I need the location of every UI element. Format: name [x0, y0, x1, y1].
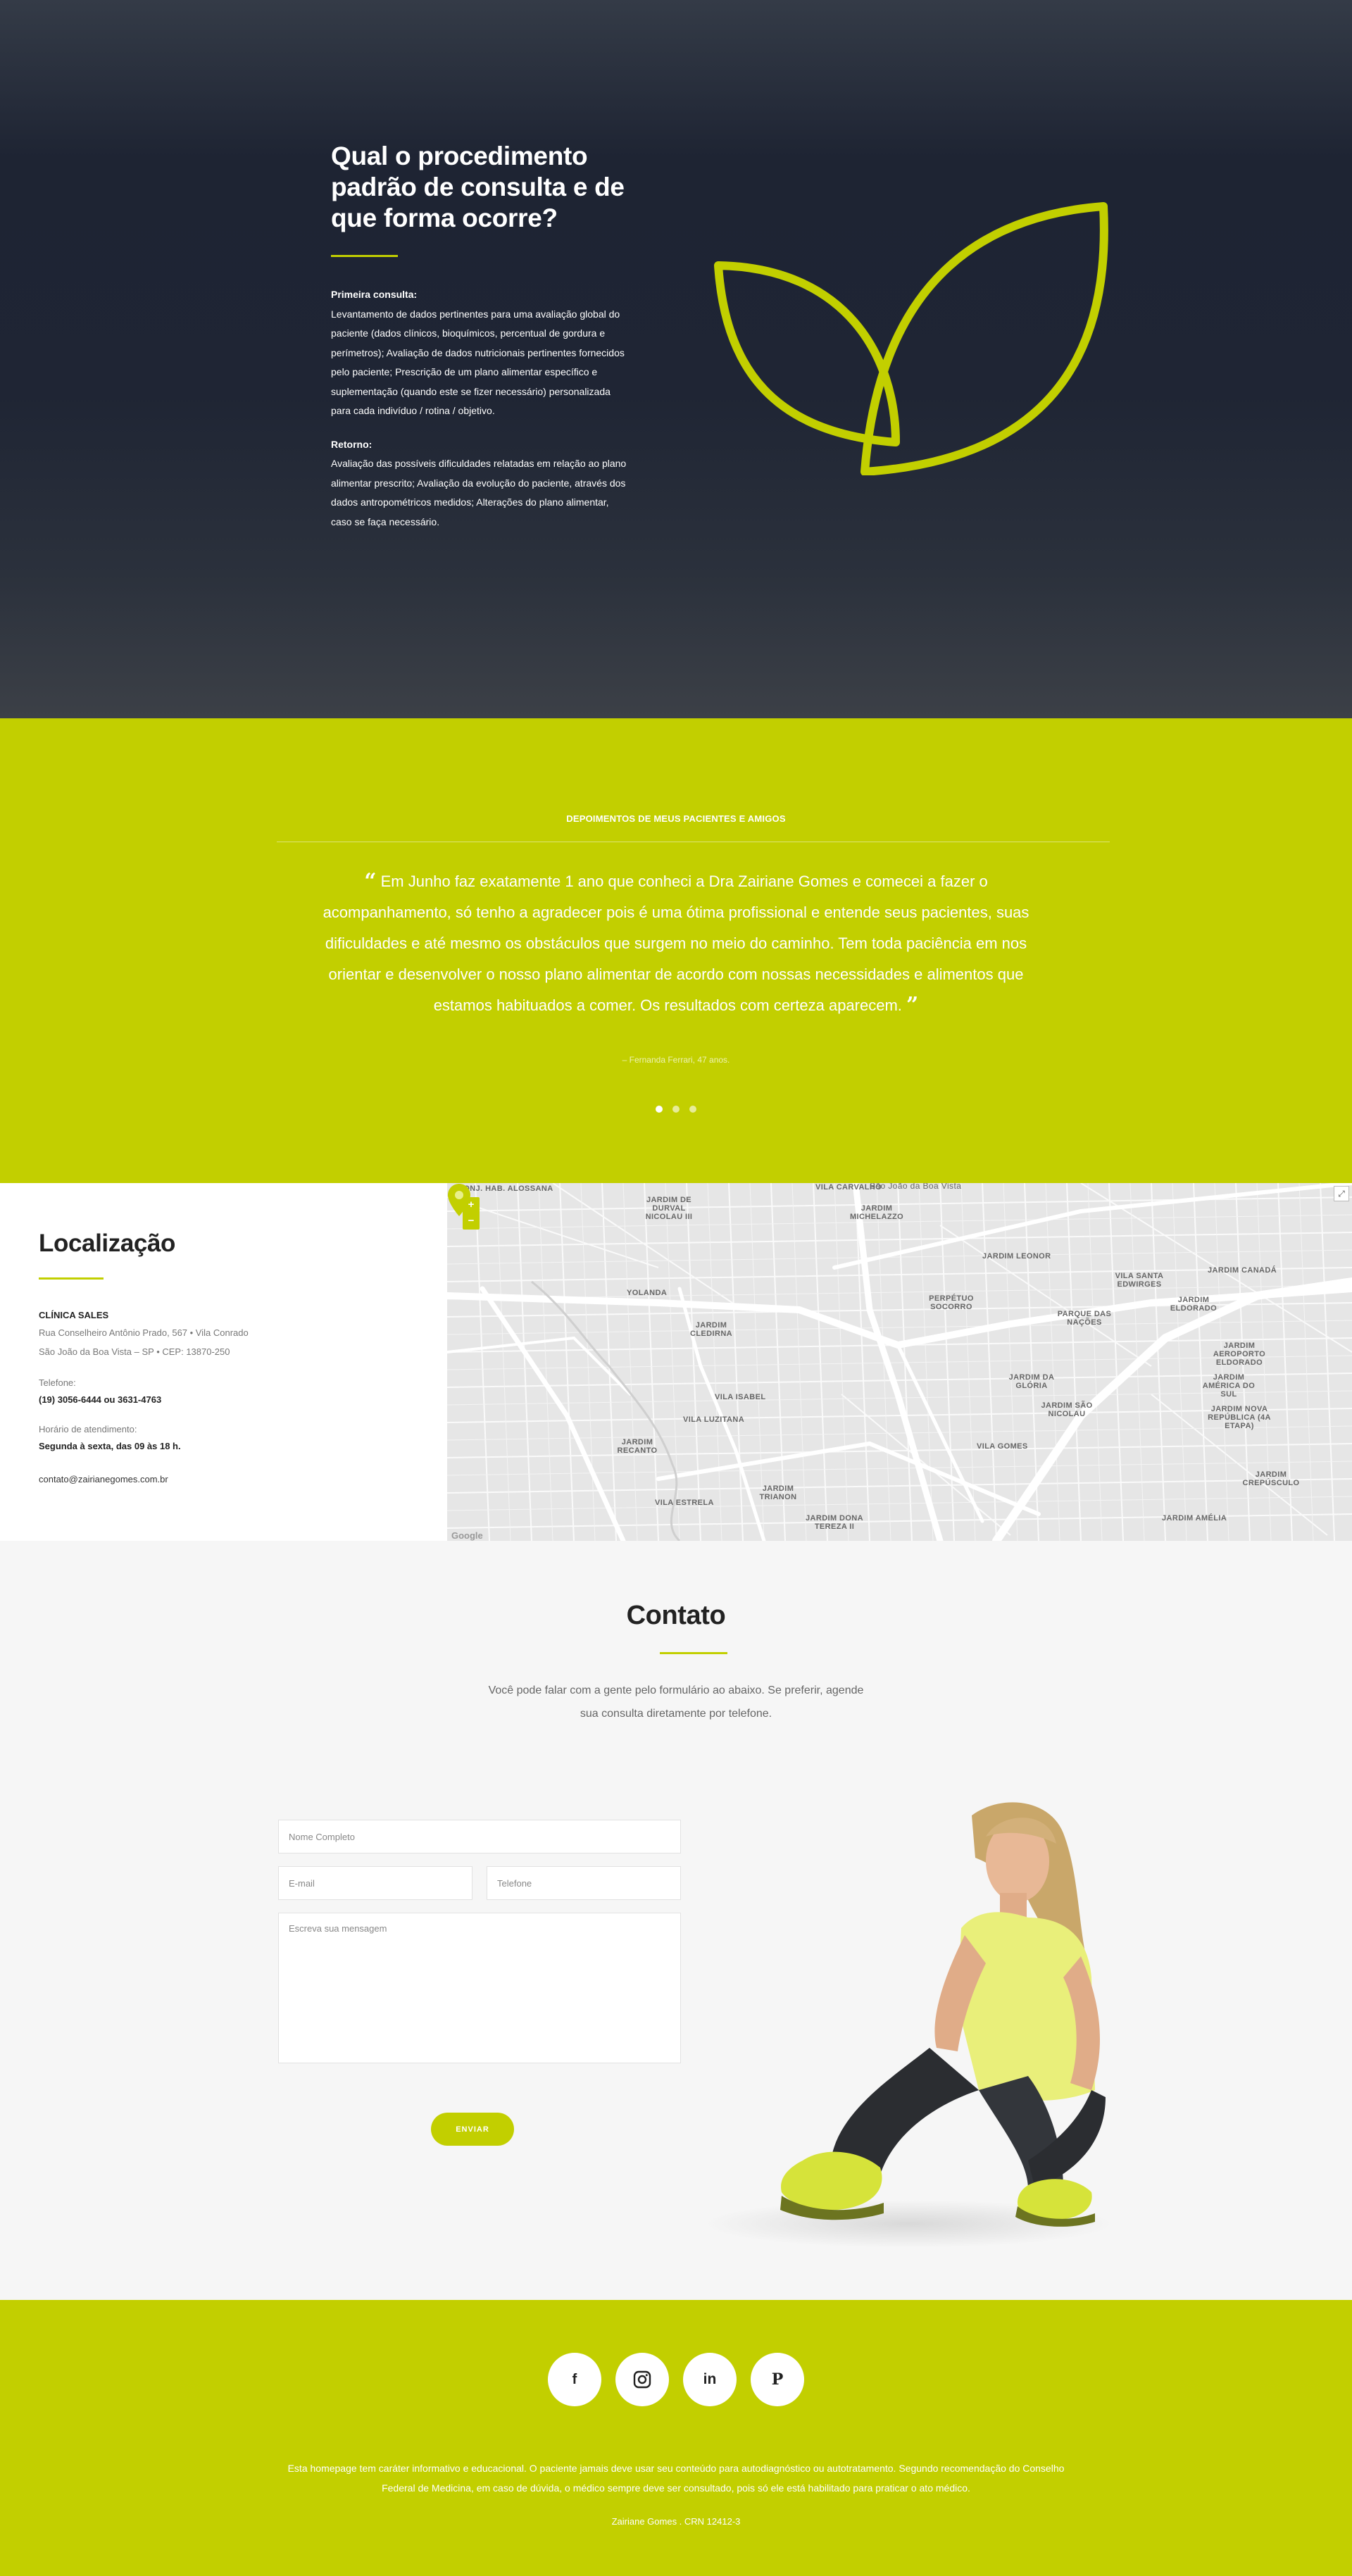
- facebook-icon[interactable]: f: [548, 2353, 601, 2406]
- hours-label: Horário de atendimento:: [39, 1424, 137, 1434]
- faq-section: Qual o procedimento padrão de consulta e…: [0, 0, 1352, 718]
- map-zoom-out-button[interactable]: −: [463, 1213, 480, 1230]
- testimonials-section: DEPOIMENTOS DE MEUS PACIENTES E AMIGOS “…: [0, 718, 1352, 1183]
- map-label: VILA ISABEL: [715, 1393, 766, 1401]
- map-label: JARDIM NOVA REPÚBLICA (4A ETAPA): [1208, 1405, 1271, 1430]
- email-input[interactable]: E-mail: [278, 1866, 472, 1900]
- contact-divider: [660, 1652, 727, 1654]
- map-label: VILA ESTRELA: [655, 1499, 714, 1507]
- map-label: São João da Boa Vista: [870, 1183, 962, 1191]
- phone-value[interactable]: (19) 3056-6444 ou 3631-4763: [39, 1392, 447, 1408]
- map[interactable]: VILA CARVALHO JARDIM DE DURVAL NICOLAU I…: [447, 1183, 1352, 1541]
- linkedin-glyph: in: [703, 2371, 717, 2387]
- map-label: JARDIM AMÉRICA DO SUL: [1202, 1373, 1256, 1399]
- faq-first-label: Primeira consulta:: [331, 289, 418, 300]
- contact-intro: Você pode falar com a gente pelo formulá…: [488, 1684, 864, 1720]
- linkedin-icon[interactable]: in: [683, 2353, 737, 2406]
- map-label: YOLANDA: [627, 1289, 668, 1297]
- faq-divider: [331, 255, 398, 257]
- faq-return-label: Retorno:: [331, 438, 373, 450]
- quote-open-icon: “: [364, 869, 377, 894]
- testimonial-quote: “ Em Junho faz exatamente 1 ano que conh…: [320, 866, 1032, 1021]
- map-label: JARDIM MICHELAZZO: [849, 1204, 904, 1221]
- map-zoom-control: + −: [463, 1197, 480, 1230]
- map-label: JARDIM AEROPORTO ELDORADO: [1213, 1342, 1266, 1367]
- location-section: Localização CLÍNICA SALES Rua Conselheir…: [0, 1183, 1352, 1541]
- testimonials-heading: DEPOIMENTOS DE MEUS PACIENTES E AMIGOS: [566, 813, 786, 824]
- map-label: JARDIM TRIANON: [759, 1484, 797, 1501]
- map-label: JARDIM DA GLÓRIA: [1008, 1373, 1055, 1390]
- faq-return: Retorno: Avaliação das possíveis dificul…: [331, 435, 630, 532]
- name-input[interactable]: Nome Completo: [278, 1820, 681, 1853]
- map-label: JARDIM CREPÚSCULO: [1242, 1470, 1300, 1487]
- pinterest-icon[interactable]: P: [751, 2353, 804, 2406]
- map-label: VILA LUZITANA: [683, 1415, 745, 1424]
- address-line-2: São João da Boa Vista – SP • CEP: 13870-…: [39, 1346, 230, 1357]
- leaf-logo-icon: [714, 202, 1108, 475]
- faq-return-text: Avaliação das possíveis dificuldades rel…: [331, 458, 627, 527]
- map-zoom-in-button[interactable]: +: [463, 1197, 480, 1213]
- map-label: JARDIM DONA TEREZA II: [805, 1514, 863, 1531]
- location-info: Localização CLÍNICA SALES Rua Conselheir…: [0, 1183, 447, 1541]
- faq-content: Qual o procedimento padrão de consulta e…: [331, 141, 630, 546]
- testimonial-text: Em Junho faz exatamente 1 ano que conhec…: [323, 873, 1029, 1014]
- phone-label: Telefone:: [39, 1377, 76, 1388]
- message-textarea[interactable]: Escreva sua mensagem: [278, 1913, 681, 2063]
- address-line-1: Rua Conselheiro Antônio Prado, 567 • Vil…: [39, 1327, 249, 1338]
- map-label: VILA SANTA EDWIRGES: [1115, 1272, 1164, 1289]
- map-label: CONJ. HAB. ALOSSANA: [458, 1184, 553, 1193]
- contact-title: Contato: [626, 1601, 726, 1630]
- map-label: PERPÉTUO SOCORRO: [929, 1294, 974, 1311]
- clinic-name: CLÍNICA SALES: [39, 1310, 109, 1320]
- map-label: JARDIM CLEDIRNA: [689, 1321, 733, 1338]
- carousel-dots: [0, 1106, 1352, 1113]
- map-label: JARDIM CANADÁ: [1208, 1266, 1277, 1275]
- footer: f in P Esta homepage tem caráter informa…: [0, 2300, 1352, 2576]
- carousel-dot-1[interactable]: [656, 1106, 663, 1113]
- faq-first-text: Levantamento de dados pertinentes para u…: [331, 308, 625, 417]
- footer-crn: Zairiane Gomes . CRN 12412-3: [611, 2516, 741, 2527]
- contact-section: Contato Você pode falar com a gente pelo…: [0, 1541, 1352, 2300]
- nutritionist-photo: [704, 1802, 1113, 2248]
- facebook-glyph: f: [572, 2371, 577, 2387]
- quote-close-icon: ”: [906, 993, 919, 1018]
- footer-disclaimer: Esta homepage tem caráter informativo e …: [287, 2463, 1065, 2494]
- hours-value: Segunda à sexta, das 09 às 18 h.: [39, 1441, 181, 1451]
- instagram-glyph: [633, 2370, 651, 2389]
- map-label: VILA GOMES: [977, 1442, 1028, 1451]
- map-label: JARDIM LEONOR: [982, 1252, 1051, 1261]
- testimonial-author: – Fernanda Ferrari, 47 anos.: [622, 1055, 730, 1065]
- map-label: JARDIM AMÉLIA: [1162, 1514, 1227, 1523]
- faq-first-consultation: Primeira consulta: Levantamento de dados…: [331, 285, 630, 421]
- carousel-dot-2[interactable]: [672, 1106, 680, 1113]
- map-fullscreen-button[interactable]: ⤢: [1334, 1186, 1349, 1201]
- map-label: JARDIM RECANTO: [617, 1438, 658, 1455]
- carousel-dot-3[interactable]: [689, 1106, 696, 1113]
- map-label: JARDIM ELDORADO: [1170, 1296, 1218, 1313]
- map-attribution: Google: [451, 1530, 483, 1541]
- map-label: JARDIM SÃO NICOLAU: [1041, 1401, 1093, 1418]
- email-link[interactable]: contato@zairianegomes.com.br: [39, 1474, 447, 1484]
- map-label: JARDIM DE DURVAL NICOLAU III: [645, 1196, 693, 1221]
- faq-title: Qual o procedimento padrão de consulta e…: [331, 142, 625, 232]
- send-button[interactable]: ENVIAR: [431, 2113, 514, 2146]
- instagram-icon[interactable]: [615, 2353, 669, 2406]
- phone-input[interactable]: Telefone: [487, 1866, 681, 1900]
- location-divider: [39, 1277, 104, 1280]
- social-links: f in P: [0, 2353, 1352, 2406]
- pinterest-glyph: P: [771, 2370, 784, 2389]
- map-label: PARQUE DAS NAÇÕES: [1057, 1310, 1112, 1327]
- location-title: Localização: [39, 1230, 176, 1257]
